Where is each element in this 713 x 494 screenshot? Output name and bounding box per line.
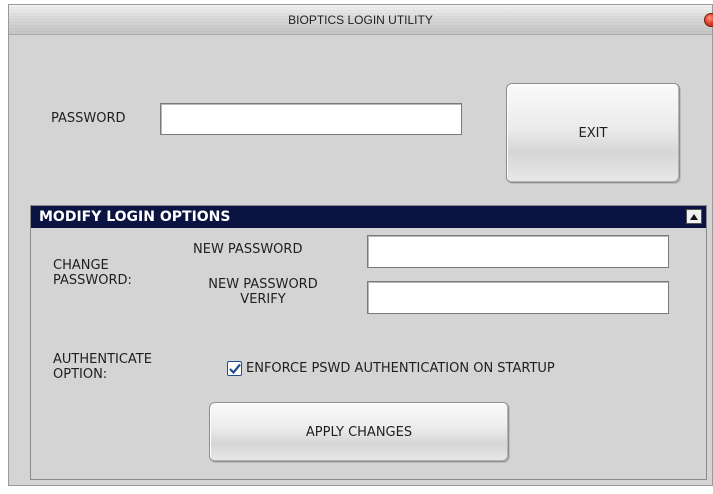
change-password-label: CHANGE PASSWORD: [53,258,132,288]
password-input[interactable] [160,103,462,135]
enforce-auth-checkbox[interactable] [227,361,242,376]
enforce-auth-label[interactable]: ENFORCE PSWD AUTHENTICATION ON STARTUP [246,361,555,376]
password-label: PASSWORD [51,111,126,126]
checkmark-icon [228,363,241,374]
login-utility-window: BIOPTICS LOGIN UTILITY PASSWORD EXIT MOD… [8,4,713,486]
new-password-verify-label: NEW PASSWORD VERIFY [208,277,318,307]
new-password-label: NEW PASSWORD [193,242,303,257]
modify-login-options-group: MODIFY LOGIN OPTIONS CHANGE PASSWORD: NE… [30,205,707,480]
exit-button-label: EXIT [578,125,608,141]
group-header: MODIFY LOGIN OPTIONS [31,206,706,228]
window-title: BIOPTICS LOGIN UTILITY [288,13,433,27]
close-icon[interactable] [704,13,713,27]
new-password-input[interactable] [367,235,669,268]
apply-changes-button[interactable]: APPLY CHANGES [209,402,509,462]
collapse-button[interactable] [686,209,702,224]
new-password-verify-input[interactable] [367,281,669,314]
apply-changes-label: APPLY CHANGES [305,424,413,440]
authenticate-option-label: AUTHENTICATE OPTION: [53,352,152,382]
title-bar[interactable]: BIOPTICS LOGIN UTILITY [9,5,713,35]
collapse-up-icon [690,213,698,220]
group-header-title: MODIFY LOGIN OPTIONS [39,209,231,225]
exit-button[interactable]: EXIT [506,83,680,183]
